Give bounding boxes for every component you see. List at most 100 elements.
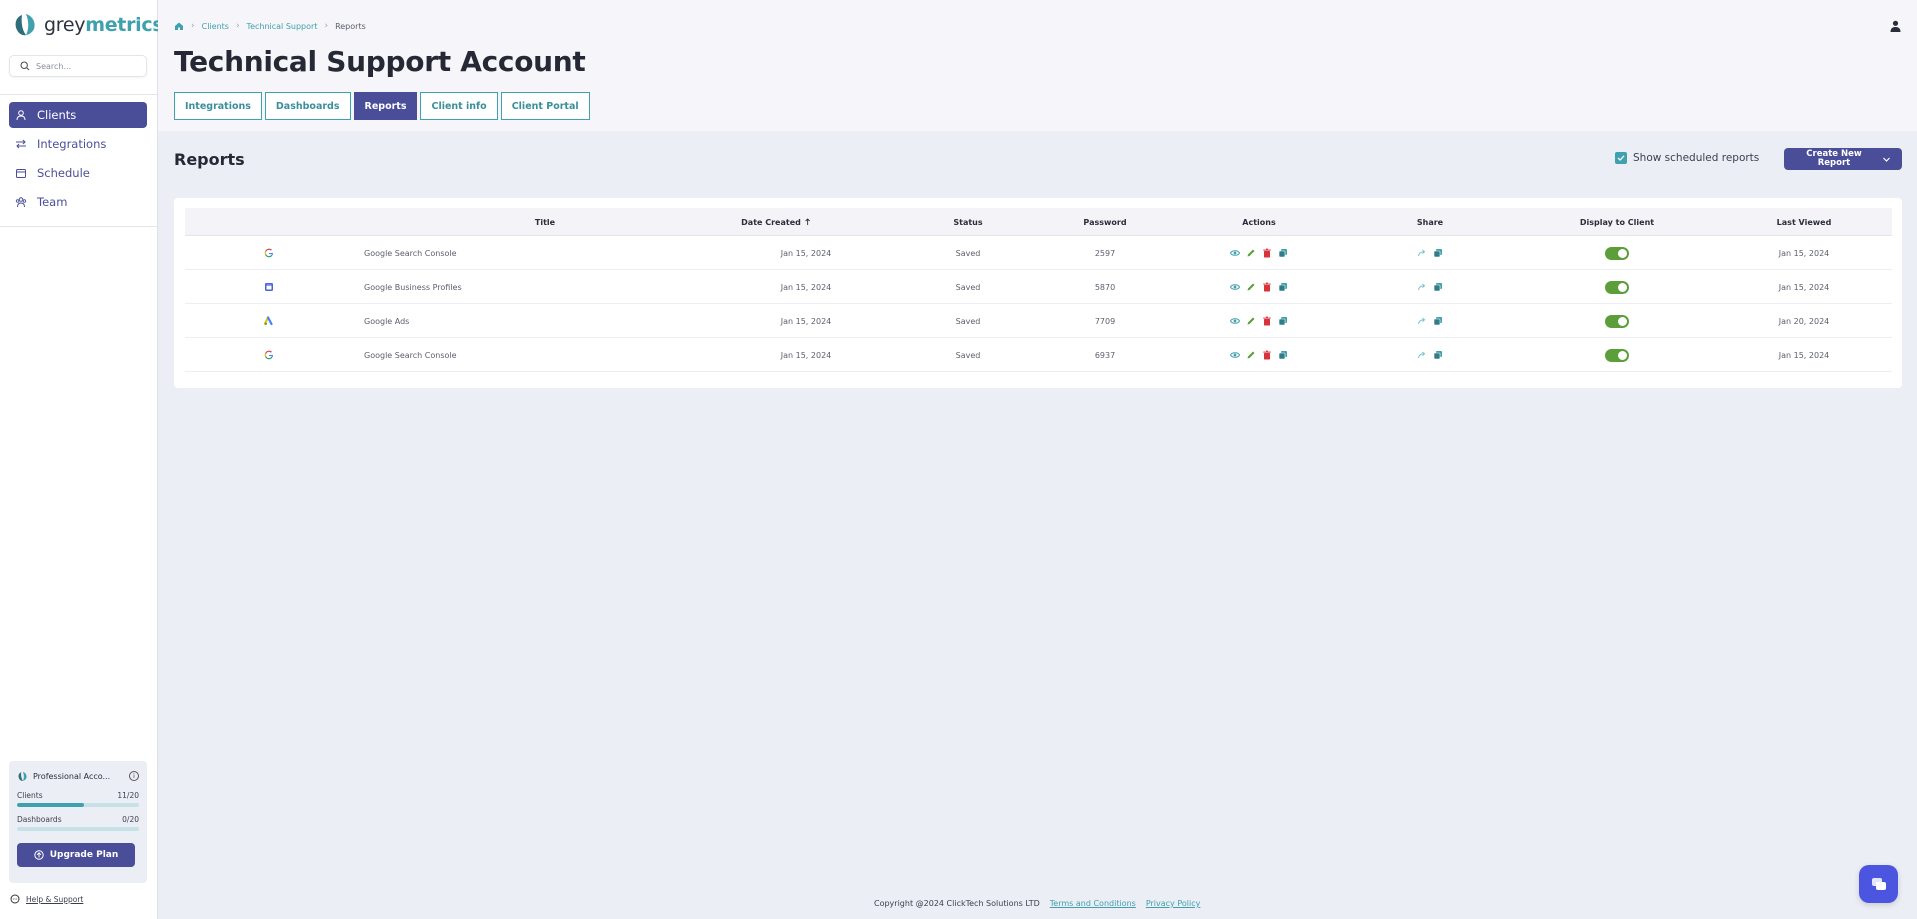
title-cell[interactable]: Google Business Profiles xyxy=(364,270,462,304)
nav-item-schedule[interactable]: Schedule xyxy=(9,160,147,186)
display-cell xyxy=(1605,270,1629,304)
display-to-client-toggle[interactable] xyxy=(1605,348,1629,362)
info-icon[interactable]: i xyxy=(129,771,139,781)
duplicate-icon[interactable] xyxy=(1278,282,1288,292)
source-cell xyxy=(264,236,274,270)
eye-icon[interactable] xyxy=(1230,350,1240,360)
eye-icon[interactable] xyxy=(1230,248,1240,258)
share-cell xyxy=(1417,304,1443,338)
tab-integrations[interactable]: Integrations xyxy=(174,92,262,120)
col-actions: Actions xyxy=(1242,208,1275,236)
pencil-icon[interactable] xyxy=(1246,350,1256,360)
trash-icon[interactable] xyxy=(1262,282,1272,292)
tab-client-info[interactable]: Client info xyxy=(420,92,498,120)
col-label: Share xyxy=(1416,217,1444,227)
progress-bar xyxy=(17,803,139,807)
share-arrow-icon[interactable] xyxy=(1417,282,1427,292)
trash-icon[interactable] xyxy=(1262,316,1272,326)
copy-link-icon[interactable] xyxy=(1433,350,1443,360)
privacy-link[interactable]: Privacy Policy xyxy=(1146,899,1201,908)
copy-link-icon[interactable] xyxy=(1433,316,1443,326)
search-icon xyxy=(20,61,30,71)
display-cell xyxy=(1605,338,1629,372)
pencil-icon[interactable] xyxy=(1246,316,1256,326)
password-cell: 7709 xyxy=(1094,316,1116,326)
col-share: Share xyxy=(1417,208,1443,236)
pencil-icon[interactable] xyxy=(1246,282,1256,292)
nav-label: Integrations xyxy=(37,137,107,151)
chat-launcher-button[interactable] xyxy=(1859,865,1898,903)
share-arrow-icon[interactable] xyxy=(1417,316,1427,326)
tab-client-portal[interactable]: Client Portal xyxy=(500,92,590,120)
upgrade-icon xyxy=(34,850,44,860)
help-support-link[interactable]: Help & Support xyxy=(10,894,83,904)
col-last-viewed[interactable]: Last Viewed xyxy=(1777,208,1832,236)
table-row[interactable]: Google Business Profiles Jan 15, 2024 Sa… xyxy=(185,270,1892,304)
col-title[interactable]: Title xyxy=(535,208,555,236)
col-status[interactable]: Status xyxy=(953,208,982,236)
nav-item-clients[interactable]: Clients xyxy=(9,102,147,128)
logo-icon xyxy=(15,14,35,36)
actions-cell xyxy=(1230,304,1288,338)
search-input[interactable] xyxy=(36,61,136,71)
table-row[interactable]: Google Ads Jan 15, 2024 Saved 7709 Jan 2… xyxy=(185,304,1892,338)
meter-value: 11/20 xyxy=(117,791,139,800)
display-cell xyxy=(1605,236,1629,270)
nav-item-integrations[interactable]: Integrations xyxy=(9,131,147,157)
display-to-client-toggle[interactable] xyxy=(1605,246,1629,260)
col-date-created[interactable]: Date Created xyxy=(741,208,811,236)
pencil-icon[interactable] xyxy=(1246,248,1256,258)
create-label: Create New Report xyxy=(1806,149,1862,168)
eye-icon[interactable] xyxy=(1230,316,1240,326)
table-row[interactable]: Google Search Console Jan 15, 2024 Saved… xyxy=(185,236,1892,270)
logo[interactable]: greymetrics xyxy=(12,10,164,40)
tab-dashboards[interactable]: Dashboards xyxy=(264,92,351,120)
clients-meter: Clients 11/20 xyxy=(17,791,139,807)
show-scheduled-toggle[interactable]: Show scheduled reports xyxy=(1615,152,1759,164)
user-account-icon[interactable] xyxy=(1890,20,1901,32)
breadcrumb-clients[interactable]: Clients xyxy=(202,22,229,31)
title-cell[interactable]: Google Ads xyxy=(364,304,409,338)
col-label: Last Viewed xyxy=(1776,217,1832,227)
upgrade-plan-button[interactable]: Upgrade Plan xyxy=(17,843,135,867)
display-cell xyxy=(1605,304,1629,338)
title-cell[interactable]: Google Search Console xyxy=(364,338,457,372)
create-new-report-button[interactable]: Create New Report xyxy=(1784,148,1902,170)
chevron-down-icon[interactable] xyxy=(1882,155,1891,164)
google-ads-icon xyxy=(264,316,273,326)
nav-item-team[interactable]: Team xyxy=(9,189,147,215)
divider xyxy=(0,94,157,95)
trash-icon[interactable] xyxy=(1262,350,1272,360)
display-to-client-toggle[interactable] xyxy=(1605,314,1629,328)
home-icon[interactable] xyxy=(174,21,184,31)
share-arrow-icon[interactable] xyxy=(1417,350,1427,360)
table-row[interactable]: Google Search Console Jan 15, 2024 Saved… xyxy=(185,338,1892,372)
copy-link-icon[interactable] xyxy=(1433,248,1443,258)
duplicate-icon[interactable] xyxy=(1278,316,1288,326)
col-password[interactable]: Password xyxy=(1083,208,1126,236)
search-box[interactable] xyxy=(9,55,147,77)
google-icon xyxy=(264,350,273,360)
title-cell[interactable]: Google Search Console xyxy=(364,236,457,270)
chat-icon xyxy=(1871,878,1886,890)
actions-cell xyxy=(1230,270,1288,304)
google-business-icon xyxy=(265,283,273,291)
eye-icon[interactable] xyxy=(1230,282,1240,292)
breadcrumb-account[interactable]: Technical Support xyxy=(247,22,318,31)
upgrade-label: Upgrade Plan xyxy=(49,850,119,860)
source-cell xyxy=(264,338,274,372)
terms-link[interactable]: Terms and Conditions xyxy=(1050,899,1136,908)
logo-text: greymetrics xyxy=(44,14,164,36)
show-scheduled-label: Show scheduled reports xyxy=(1633,152,1760,164)
tab-reports[interactable]: Reports xyxy=(353,92,418,120)
duplicate-icon[interactable] xyxy=(1278,350,1288,360)
duplicate-icon[interactable] xyxy=(1278,248,1288,258)
trash-icon[interactable] xyxy=(1262,248,1272,258)
page-title: Technical Support Account xyxy=(174,45,586,78)
checkbox[interactable] xyxy=(1615,152,1627,164)
display-to-client-toggle[interactable] xyxy=(1605,280,1629,294)
col-label: Status xyxy=(953,217,983,227)
copy-link-icon[interactable] xyxy=(1433,282,1443,292)
breadcrumb: › Clients › Technical Support › Reports xyxy=(174,21,366,31)
share-arrow-icon[interactable] xyxy=(1417,248,1427,258)
